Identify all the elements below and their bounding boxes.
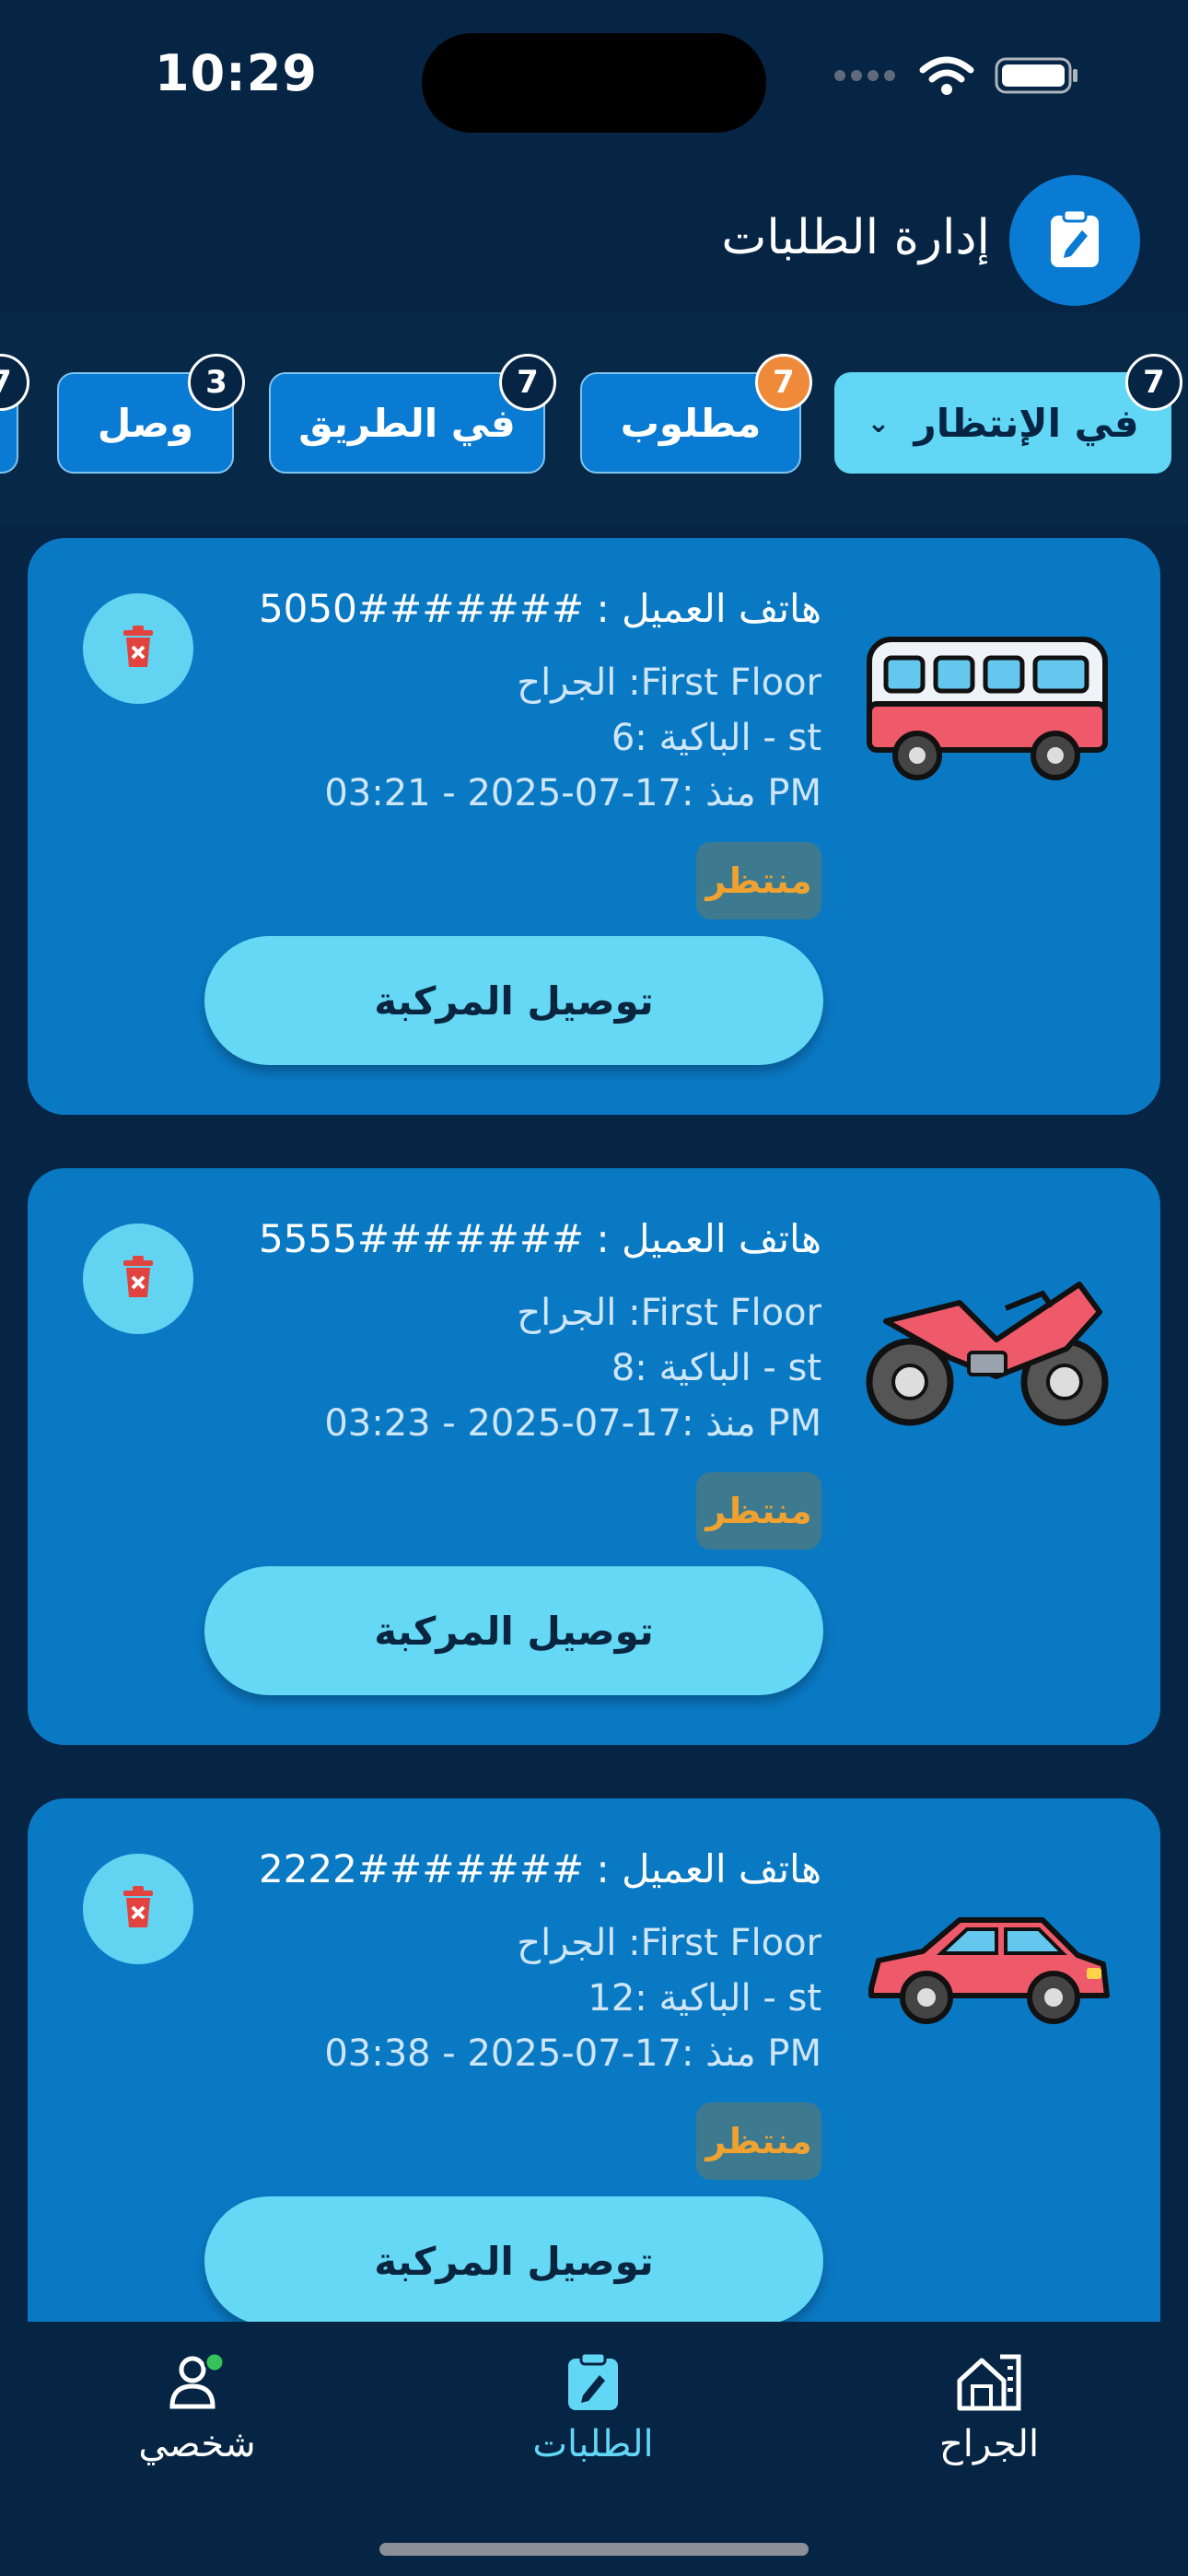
customer-phone: هاتف العميل : #######5555: [258, 1216, 821, 1261]
bay-line: الباكية :6 - st: [611, 717, 821, 759]
car-icon: [858, 1887, 1116, 2071]
tab-count-badge: 7: [1125, 354, 1182, 411]
tab-more[interactable]: 7: [0, 354, 29, 474]
page-title: إدارة الطلبات: [721, 210, 990, 265]
nav-item-profile[interactable]: شخصي: [77, 2349, 317, 2465]
tab-count-badge: 7: [0, 354, 29, 411]
status-tabs: في الإنتظار ⌄ 7 مطلوب 7 في الطريق 7 وصل …: [0, 313, 1188, 525]
status-time: 10:29: [155, 44, 318, 102]
nav-label: الطلبات: [532, 2423, 654, 2465]
status-bar: 10:29: [0, 0, 1188, 157]
motorcycle-icon: [858, 1257, 1116, 1441]
tab-count-badge: 3: [188, 354, 245, 411]
delete-button[interactable]: [83, 1854, 193, 1964]
tab-label: مطلوب: [620, 400, 762, 446]
nav-label: الجراح: [938, 2423, 1040, 2465]
order-card: هاتف العميل : #######2222 الجراح :First …: [28, 1798, 1160, 2375]
wifi-icon: [919, 55, 974, 100]
status-icons: [833, 55, 1079, 100]
since-line: منذ :17-07-2025 - 03:21 PM: [324, 772, 821, 814]
deliver-vehicle-button[interactable]: توصيل المركبة: [204, 2196, 823, 2325]
app-header: إدارة الطلبات: [0, 166, 1188, 313]
customer-phone: هاتف العميل : #######5050: [258, 586, 821, 631]
deliver-vehicle-button[interactable]: توصيل المركبة: [204, 936, 823, 1065]
tab-label: في الإنتظار: [914, 400, 1139, 446]
tab-label: وصل: [97, 400, 194, 446]
status-badge: منتظر: [696, 842, 821, 919]
tab-requested[interactable]: مطلوب 7: [580, 354, 812, 474]
bay-line: الباكية :12 - st: [588, 1977, 821, 2020]
chevron-down-icon: ⌄: [867, 406, 891, 439]
since-line: منذ :17-07-2025 - 03:38 PM: [324, 2032, 821, 2075]
delete-button[interactable]: [83, 1224, 193, 1334]
trash-icon: [120, 625, 157, 673]
order-card: هاتف العميل : #######5555 الجراح :First …: [28, 1168, 1160, 1745]
bay-line: الباكية :8 - st: [611, 1347, 821, 1389]
deliver-vehicle-button[interactable]: توصيل المركبة: [204, 1566, 823, 1695]
bottom-navigation: شخصي الطلبات الجراح: [0, 2322, 1188, 2576]
customer-phone: هاتف العميل : #######2222: [258, 1846, 821, 1891]
nav-item-garage[interactable]: الجراح: [869, 2349, 1109, 2465]
nav-item-orders[interactable]: الطلبات: [473, 2349, 713, 2465]
bus-icon: [858, 626, 1116, 811]
garage-icon: [954, 2349, 1024, 2423]
delete-button[interactable]: [83, 593, 193, 704]
clipboard-edit-icon: [1047, 208, 1102, 273]
nav-label: شخصي: [138, 2423, 256, 2465]
tab-arrived[interactable]: وصل 3: [57, 354, 245, 474]
status-badge: منتظر: [696, 1472, 821, 1550]
garage-line: الجراح :First Floor: [517, 1292, 821, 1334]
tab-count-badge: 7: [499, 354, 556, 411]
profile-icon: [165, 2349, 229, 2423]
garage-line: الجراح :First Floor: [517, 1922, 821, 1964]
battery-icon: [995, 55, 1079, 100]
status-badge: منتظر: [696, 2102, 821, 2180]
garage-line: الجراح :First Floor: [517, 662, 821, 704]
home-indicator: [379, 2543, 809, 2556]
order-card: هاتف العميل : #######5050 الجراح :First …: [28, 538, 1160, 1115]
trash-icon: [120, 1885, 157, 1933]
dynamic-island: [422, 33, 766, 133]
header-logo: [1009, 175, 1140, 306]
tab-label: في الطريق: [298, 400, 516, 446]
signal-icon: [833, 66, 899, 88]
clipboard-edit-icon: [561, 2349, 625, 2423]
tab-count-badge: 7: [755, 354, 812, 411]
since-line: منذ :17-07-2025 - 03:23 PM: [324, 1402, 821, 1445]
tab-on-the-way[interactable]: في الطريق 7: [269, 354, 556, 474]
trash-icon: [120, 1255, 157, 1303]
tab-waiting[interactable]: في الإنتظار ⌄ 7: [834, 354, 1182, 474]
